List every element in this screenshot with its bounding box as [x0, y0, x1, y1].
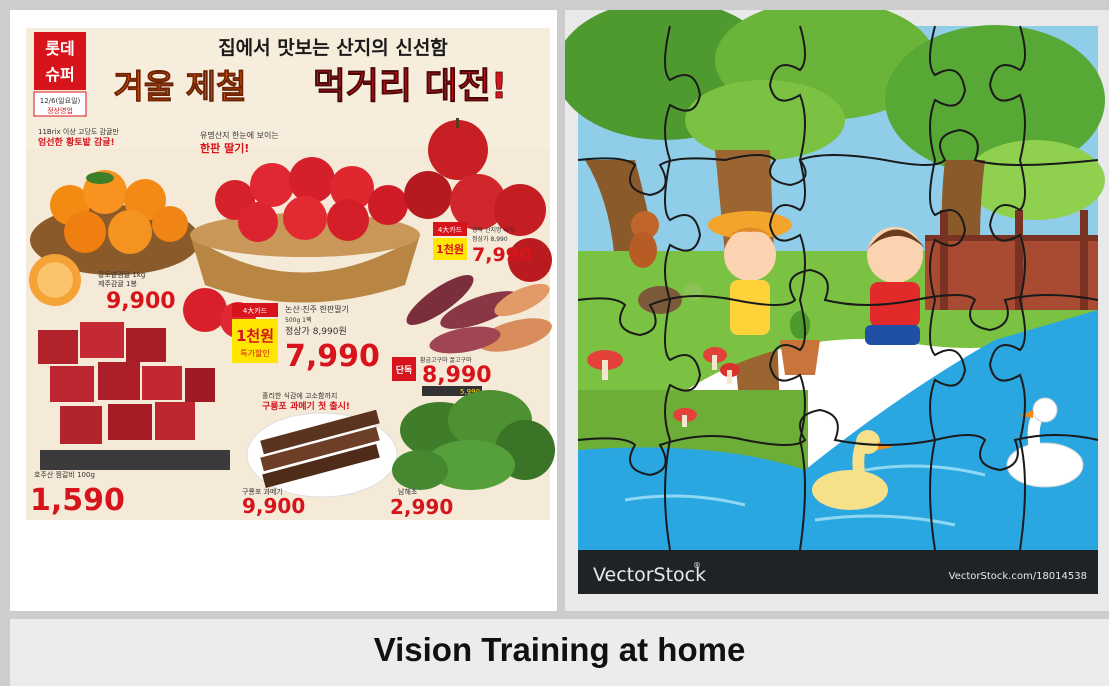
date-text: 12/6(일요일) [40, 96, 81, 105]
fish-note-2: 구룡포 과메기 첫 출시! [262, 400, 350, 412]
apple-card: 4大카드 [438, 225, 463, 234]
date-sub: 정상영업 [47, 106, 73, 115]
beef-label: 호주산 찜갈비 100g [34, 470, 95, 479]
puzzle-panel: VectorStock ® VectorStock.com/18014538 [555, 0, 1109, 611]
caption-title: Vision Training at home [373, 631, 746, 668]
headline-main-b: 먹거리 대전! [313, 66, 508, 107]
headline-main-a: 겨울 제철 [114, 67, 247, 106]
apple-normal: 정상가 8,990 [472, 235, 508, 243]
jigsaw-puzzle-image: VectorStock ® VectorStock.com/18014538 [555, 0, 1105, 594]
tangerine-note-1: 11Brix 이상 고당도 감귤만 [38, 127, 119, 136]
strawberry-badge-2: 특가할인 [240, 348, 269, 358]
greens-price: 2,990 [390, 495, 453, 519]
flyer-panel: 롯데 슈퍼 12/6(일요일) 정상영업 집에서 맛보는 산지의 신선함 겨울 … [10, 10, 557, 611]
vectorstock-brand: VectorStock [593, 564, 706, 586]
headline-top: 집에서 맛보는 산지의 신선함 [218, 37, 448, 59]
potato-price: 8,990 [422, 363, 492, 388]
vectorstock-brand-mark: ® [693, 561, 701, 570]
date-badge: 12/6(일요일) 정상영업 [33, 91, 87, 117]
strawberry-note-1: 유명산지 한눈에 보이는 [200, 130, 279, 140]
strawberry-label: 논산·진주 한판딸기 [285, 304, 349, 314]
apple-badge: 1천원 [436, 242, 464, 256]
beef-price: 1,590 [30, 483, 125, 518]
apple-price: 7,990 [472, 244, 532, 266]
strawberry-badge: 1천원 [236, 327, 274, 345]
caption-bar: Vision Training at home [10, 619, 1109, 686]
logo-line2: 슈퍼 [45, 65, 74, 84]
grocery-flyer: 롯데 슈퍼 12/6(일요일) 정상영업 집에서 맛보는 산지의 신선함 겨울 … [26, 28, 555, 520]
tangerine-label-2: 제주감귤 1봉 [98, 280, 137, 288]
strawberry-note-2: 한판 딸기! [200, 141, 249, 155]
fish-note-1: 홀리한 식감에 고소함까지 [262, 391, 337, 400]
fish-price: 9,900 [242, 494, 305, 518]
potato-badge: 단독 [396, 364, 413, 376]
strawberry-normal: 정상가 8,990원 [285, 326, 347, 337]
apple-label: 경북 산지명 사과 [472, 226, 515, 234]
tangerine-note-2: 엄선한 황토밭 감귤! [38, 136, 115, 148]
vectorstock-url: VectorStock.com/18014538 [949, 571, 1087, 582]
tangerine-label: 황토밭감귤 1kg [98, 270, 145, 279]
tangerine-price: 9,900 [106, 289, 176, 314]
strawberry-price: 7,990 [285, 339, 380, 374]
puzzle-boy [865, 227, 925, 345]
collage-frame: 롯데 슈퍼 12/6(일요일) 정상영업 집에서 맛보는 산지의 신선함 겨울 … [0, 0, 1109, 686]
strawberry-card: 4大카드 [243, 306, 268, 315]
lotte-super-logo: 롯데 슈퍼 [34, 32, 86, 90]
logo-line1: 롯데 [45, 39, 74, 58]
strawberry-label-2: 500g 1팩 [285, 316, 312, 324]
